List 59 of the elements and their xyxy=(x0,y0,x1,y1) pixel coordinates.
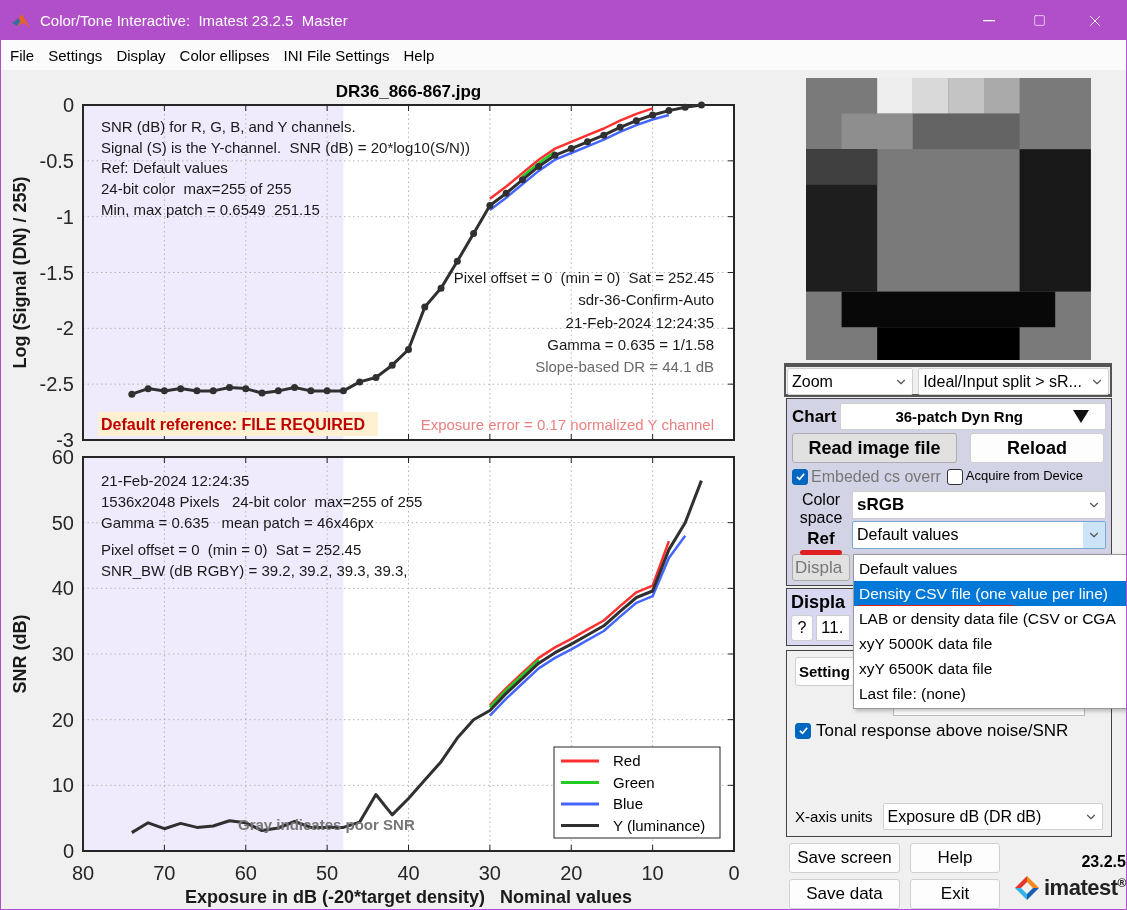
tick-label: 0 xyxy=(728,862,740,884)
legend-label: Red xyxy=(613,752,641,769)
section-title: Displa xyxy=(791,592,847,613)
tick-label: 40 xyxy=(51,577,74,600)
axis-label: Log (Signal (DN) / 255) xyxy=(10,176,30,369)
tick-label: -2.5 xyxy=(39,373,74,396)
tick-label: 70 xyxy=(153,862,176,884)
tick-label: -1 xyxy=(56,205,74,228)
tick-label: -0.5 xyxy=(39,149,74,172)
tick-label: 0 xyxy=(62,840,74,862)
reference-warning: Default reference: FILE REQUIRED xyxy=(98,412,378,436)
tick-label: 60 xyxy=(234,862,257,884)
x-axis-label: X-axis units xyxy=(795,807,873,826)
tick-label: 20 xyxy=(560,862,583,884)
info-text: Gamma = 0.635 mean patch = 46x46px xyxy=(101,514,374,531)
tick-label: 20 xyxy=(51,708,74,731)
legend-label: Y (luminance) xyxy=(613,816,706,834)
tick-label: 60 xyxy=(51,448,74,468)
color-space-label: Color space xyxy=(798,490,844,528)
info-text: Ref: Default values xyxy=(101,159,228,177)
info-text: SNR (dB) for R, G, B, and Y channels. xyxy=(101,118,356,135)
chart-title: DR36_866-867.jpg xyxy=(335,82,482,101)
tick-label: 10 xyxy=(51,774,74,797)
info-text: Min, max patch = 0.6549 251.15 xyxy=(101,200,320,218)
checkbox-label: Acquire from Device xyxy=(965,469,1083,485)
tick-label: -2 xyxy=(56,317,74,340)
tick-label: 30 xyxy=(51,643,74,665)
info-text: Exposure error = 0.17 normalized Y channel xyxy=(420,416,714,433)
info-text: Slope-based DR = 44.1 dB xyxy=(535,358,714,376)
info-text: 21-Feb-2024 12:24:35 xyxy=(101,472,250,489)
tick-label: 50 xyxy=(51,511,74,534)
info-text: Pixel offset = 0 (min = 0) Sat = 252.45 xyxy=(453,269,714,286)
checkbox-label: Embeded cs overr xyxy=(811,467,941,487)
chart-label: Chart xyxy=(792,406,837,427)
info-text: Gamma = 0.635 = 1/1.58 xyxy=(547,335,714,353)
tick-label: -3 xyxy=(56,429,74,448)
legend-label: Blue xyxy=(613,795,644,812)
brand-text: imatest$^{®}$ xyxy=(1044,875,1126,902)
info-text: 1536x2048 Pixels 24-bit color max=255 of 255 xyxy=(101,493,423,510)
tick-label: 10 xyxy=(641,862,664,884)
info-text: Signal (S) is the Y-channel. SNR (dB) = 20*log10(S/N)) xyxy=(101,138,470,156)
info-text: 21-Feb-2024 12:24:35 xyxy=(565,313,714,331)
tick-label: -1.5 xyxy=(39,261,74,284)
info-text: sdr-36-Confirm-Auto xyxy=(578,291,714,309)
legend-label: Green xyxy=(613,773,655,791)
tick-label: 80 xyxy=(71,862,95,884)
info-text: 24-bit color max=255 of 255 xyxy=(101,180,292,198)
tick-label: 0 xyxy=(62,94,74,116)
info-text: SNR_BW (dB RGBY) = 39.2, 39.2, 39.3, 39.3, xyxy=(101,562,408,579)
info-text: Pixel offset = 0 (min = 0) Sat = 252.45 xyxy=(101,541,362,558)
version-text: 23.2.5 xyxy=(1081,853,1126,872)
ref-label: Ref xyxy=(807,529,835,549)
tick-label: 40 xyxy=(397,862,420,884)
tick-label: 30 xyxy=(478,862,501,884)
tick-label: 50 xyxy=(316,862,339,884)
axis-label: Exposure in dB (-20*target density) Nominal values xyxy=(184,887,633,907)
checkbox-label: Tonal response above noise/SNR xyxy=(816,721,1069,741)
window-title: Color/Tone Interactive: Imatest 23.2.5 Master xyxy=(40,12,349,29)
axis-label: SNR (dB) xyxy=(10,614,30,694)
